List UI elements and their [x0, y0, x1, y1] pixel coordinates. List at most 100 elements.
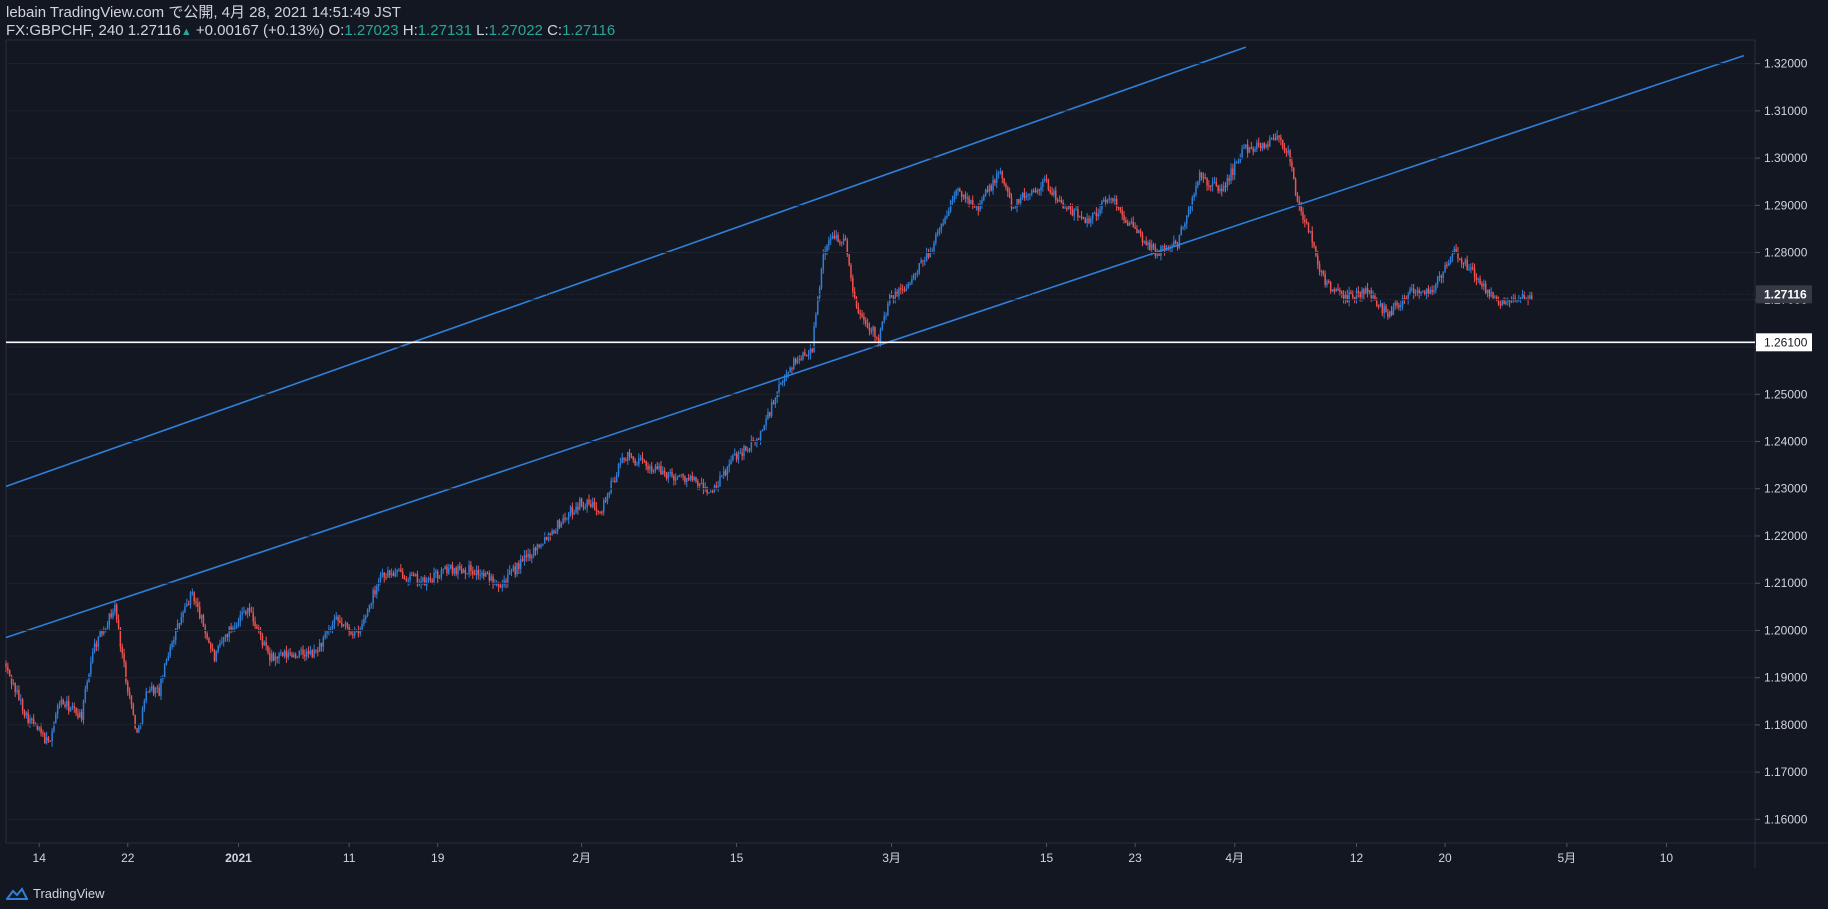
candle-body: [1422, 291, 1424, 293]
candle-body: [305, 651, 308, 657]
candle-body: [1018, 198, 1020, 203]
candle-body: [1058, 199, 1061, 201]
candle-body: [1516, 300, 1518, 302]
candle-body: [307, 651, 310, 654]
candle-body: [348, 626, 350, 632]
price-tick-label: 1.20000: [1764, 623, 1808, 637]
candle-body: [499, 586, 502, 588]
candle-body: [1464, 259, 1467, 264]
candle-body: [1261, 143, 1264, 149]
footer-brand[interactable]: TradingView: [6, 886, 105, 901]
candle-body: [1246, 144, 1249, 153]
candle-body: [1158, 254, 1160, 256]
candle-body: [173, 640, 175, 643]
candle-body: [1418, 289, 1420, 294]
candle-body: [805, 355, 808, 357]
candle-body: [983, 195, 985, 201]
candle-body: [776, 392, 778, 398]
candle-body: [1414, 292, 1417, 294]
candle-body: [741, 452, 743, 457]
candle-body: [446, 566, 448, 574]
candle-body: [864, 320, 867, 324]
candle-body: [1134, 227, 1136, 229]
candle-body: [341, 622, 343, 627]
candle-body: [1126, 222, 1129, 226]
candle-body: [614, 480, 616, 483]
time-tick-label: 15: [730, 851, 744, 865]
candle-body: [717, 486, 719, 488]
close-label: C:: [547, 22, 563, 39]
candle-body: [796, 360, 799, 363]
time-tick-label: 3月: [882, 851, 901, 865]
candle-body: [912, 274, 915, 280]
candle-body: [1119, 207, 1122, 211]
candle-body: [957, 188, 959, 191]
candle-body: [514, 566, 516, 575]
candle-body: [881, 321, 884, 330]
candle-body: [1394, 302, 1396, 307]
candle-body: [914, 273, 917, 275]
candle-body: [879, 329, 882, 343]
candle-body: [479, 574, 481, 576]
candle-body: [206, 633, 208, 639]
candle-body: [770, 402, 773, 416]
candle-body: [1008, 192, 1011, 198]
candle-body: [1416, 289, 1419, 293]
candle-body: [966, 197, 968, 200]
candle-body: [1278, 135, 1280, 138]
candle-body: [999, 171, 1002, 173]
candle-body: [317, 650, 319, 652]
candle-body: [1473, 268, 1476, 278]
candle-body: [1451, 253, 1454, 257]
candle-body: [211, 648, 214, 651]
price-tick-label: 1.28000: [1764, 246, 1808, 260]
candle-body: [1014, 207, 1016, 209]
tradingview-logo-icon: [6, 886, 28, 900]
candle-body: [1280, 137, 1282, 140]
price-tick-label: 1.22000: [1764, 529, 1808, 543]
price-chart[interactable]: 1.32000 1.31000 1.30000 1.29000 1.28000 1.270…: [0, 0, 1828, 909]
candle-body: [1379, 303, 1382, 307]
candle-body: [724, 471, 727, 476]
candle-body: [676, 476, 679, 478]
candle-body: [1204, 177, 1206, 179]
candle-body: [472, 570, 474, 575]
candle-body: [224, 634, 227, 638]
candle-body: [195, 601, 197, 603]
candle-body: [1256, 142, 1258, 149]
candle-body: [726, 467, 729, 476]
candle-body: [1304, 219, 1306, 223]
candle-body: [837, 235, 839, 242]
candle-body: [735, 453, 738, 460]
candle-body: [1348, 292, 1350, 303]
candle-body: [1235, 162, 1238, 164]
candle-body: [1449, 256, 1452, 263]
candle-body: [946, 215, 948, 218]
candle-body: [650, 466, 653, 472]
candle-body: [671, 471, 673, 476]
candle-body: [1444, 264, 1446, 272]
candle-body: [1353, 297, 1356, 300]
candle-body: [903, 290, 906, 292]
candle-body: [955, 190, 957, 197]
price-change: +0.00167 (+0.13%): [195, 22, 325, 39]
candle-body: [21, 699, 24, 711]
candle-body: [1302, 211, 1304, 220]
candle-body: [549, 533, 552, 536]
candle-body: [1198, 172, 1201, 182]
candle-body: [1239, 158, 1242, 162]
up-arrow-icon: ▲: [180, 26, 192, 38]
candle-body: [1364, 288, 1367, 295]
candle-body: [647, 466, 649, 470]
candle-body: [274, 656, 277, 661]
candle-body: [804, 352, 806, 356]
candle-body: [815, 314, 817, 327]
candle-body: [265, 641, 267, 646]
candle-body: [138, 724, 140, 733]
candle-body: [1529, 295, 1531, 300]
candle-body: [368, 604, 371, 610]
candle-body: [1339, 289, 1341, 292]
candle-body: [1521, 294, 1524, 298]
last-price: 1.27116: [127, 22, 181, 39]
time-tick-label: 15: [1040, 851, 1054, 865]
